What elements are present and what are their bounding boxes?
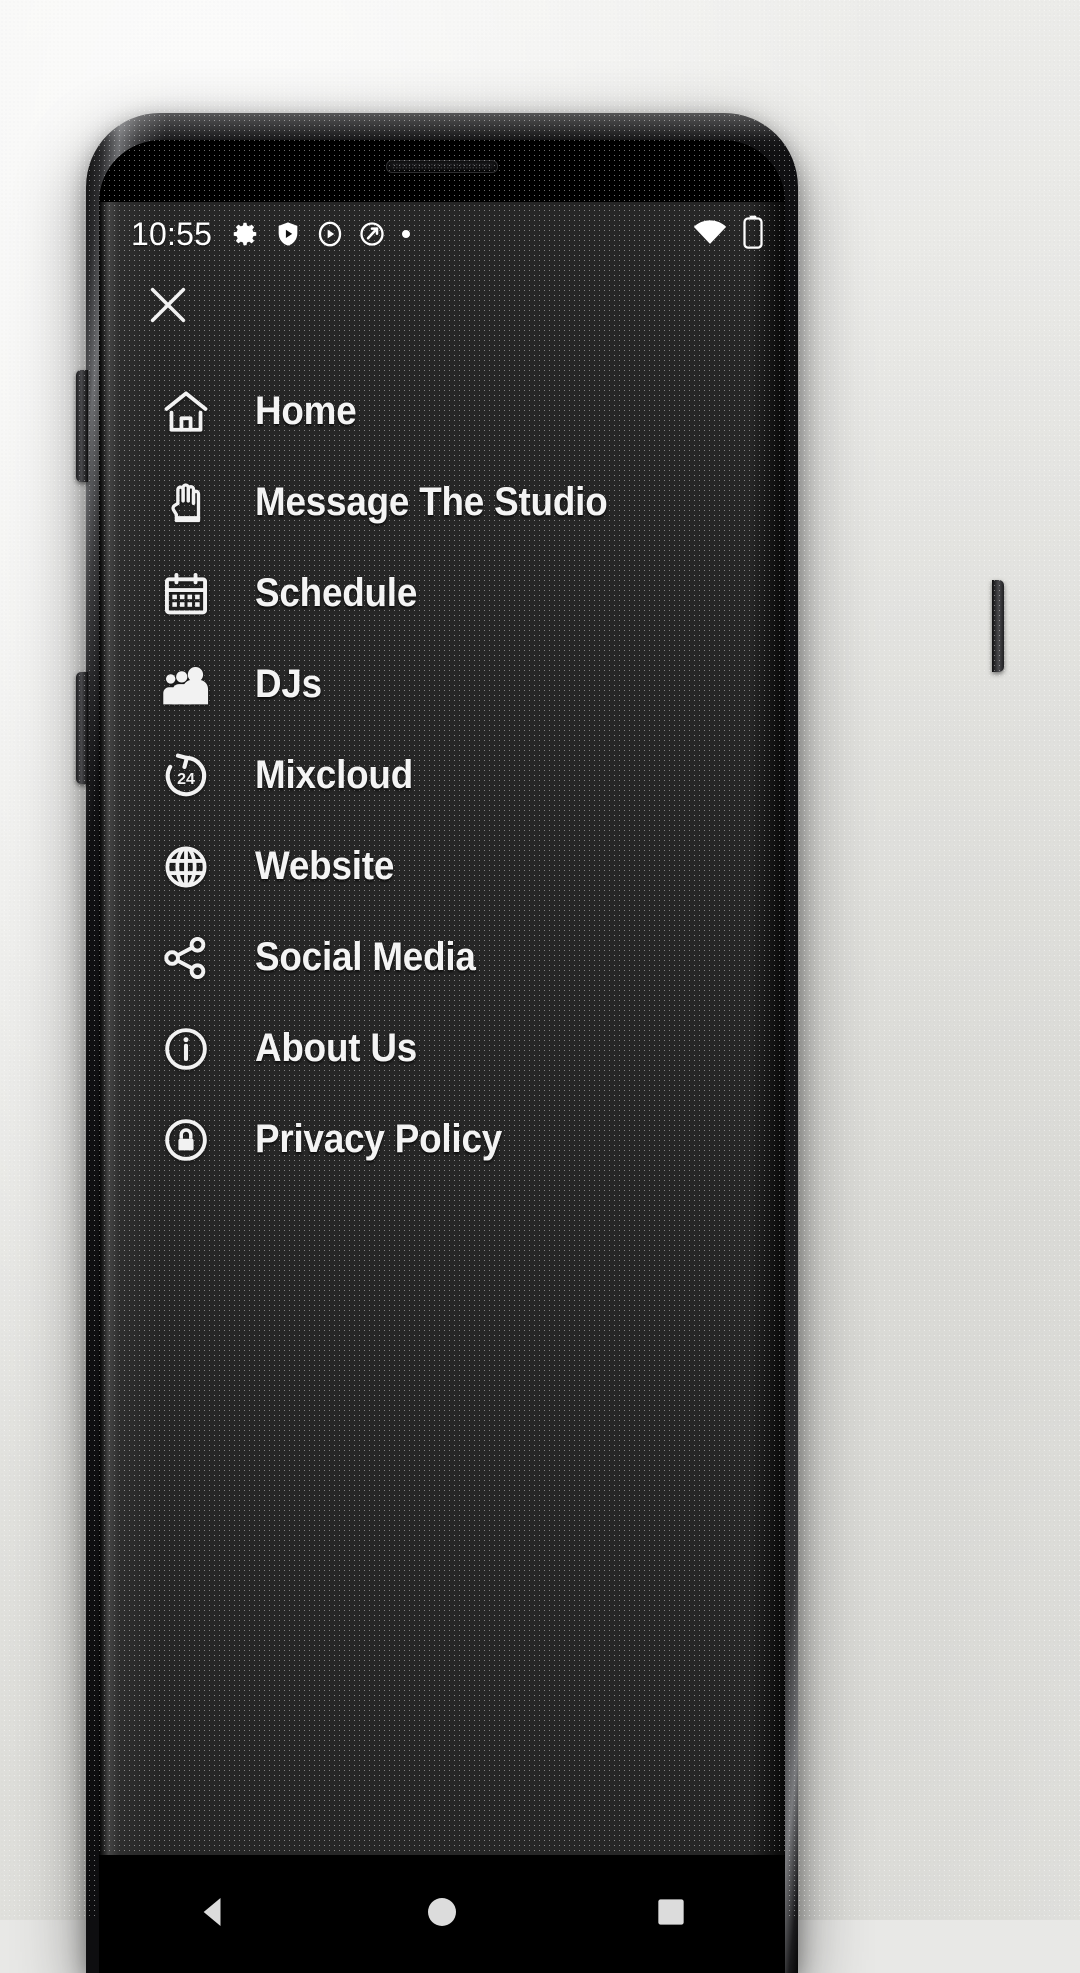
dot-icon [400,228,412,240]
menu-item-about-us[interactable]: About Us [99,1003,785,1094]
wallpaper-backdrop: 10:55 [0,0,1080,1920]
menu-item-label: Message The Studio [255,480,607,525]
status-bar: 10:55 [99,202,785,266]
menu-item-label: Schedule [255,571,417,616]
svg-text:24: 24 [177,769,195,787]
system-navigation-bar [99,1855,785,1973]
do-not-disturb-icon [358,220,386,248]
nav-back-button[interactable] [153,1892,273,1937]
menu-item-label: Home [255,389,357,434]
people-group-icon [157,656,215,714]
battery-icon [743,215,763,254]
lock-circle-icon [157,1111,215,1169]
menu-item-mixcloud[interactable]: 24 Mixcloud [99,730,785,821]
menu-item-label: Mixcloud [255,753,413,798]
phone-device: 10:55 [86,113,798,1973]
rotate-24-icon: 24 [157,747,215,805]
menu-item-label: Social Media [255,935,476,980]
menu-item-website[interactable]: Website [99,821,785,912]
menu-item-message-the-studio[interactable]: Message The Studio [99,457,785,548]
globe-icon [157,838,215,896]
status-system-icons [693,215,763,254]
menu-item-schedule[interactable]: Schedule [99,548,785,639]
phone-screen: 10:55 [99,140,785,1973]
status-notification-icons [230,219,412,249]
drawer-menu: Home Me [99,366,785,1185]
menu-item-label: DJs [255,662,322,707]
app-drawer-screen: 10:55 [99,202,785,1973]
shield-play-icon [274,220,302,248]
menu-item-label: Privacy Policy [255,1117,502,1162]
nav-home-button[interactable] [382,1892,502,1937]
menu-item-label: Website [255,844,394,889]
volume-down-button[interactable] [76,672,88,784]
info-circle-icon [157,1020,215,1078]
menu-item-social-media[interactable]: Social Media [99,912,785,1003]
calendar-icon [157,565,215,623]
status-clock: 10:55 [131,216,212,253]
menu-item-privacy-policy[interactable]: Privacy Policy [99,1094,785,1185]
nav-recents-button[interactable] [611,1892,731,1937]
home-icon [157,383,215,441]
share-icon [157,929,215,987]
recents-square-icon [651,1892,691,1937]
earpiece-speaker [386,160,498,173]
hand-icon [157,474,215,532]
back-triangle-icon [193,1892,233,1937]
menu-item-home[interactable]: Home [99,366,785,457]
menu-item-djs[interactable]: DJs [99,639,785,730]
gear-icon [230,219,260,249]
volume-up-button[interactable] [76,370,88,482]
menu-item-label: About Us [255,1026,417,1071]
close-icon [143,280,193,335]
home-circle-icon [422,1892,462,1937]
close-drawer-button[interactable] [139,278,197,336]
wifi-icon [693,219,727,250]
play-circle-icon [316,220,344,248]
power-button[interactable] [992,580,1004,672]
